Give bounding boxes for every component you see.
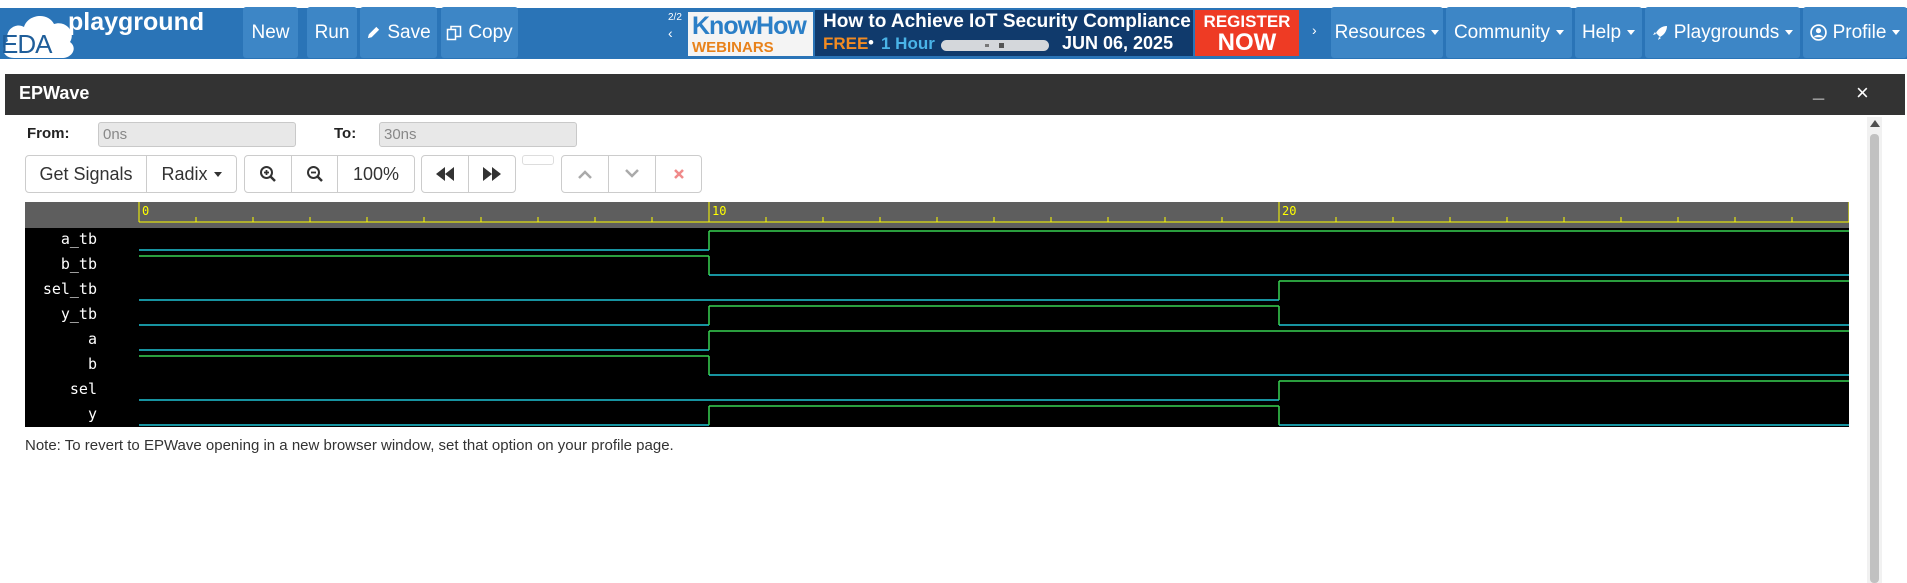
rewind-button[interactable] xyxy=(422,156,469,192)
playgrounds-menu[interactable]: Playgrounds xyxy=(1645,7,1800,58)
signals-toolbar-group: Get Signals Radix xyxy=(25,155,237,193)
community-label: Community xyxy=(1453,21,1551,43)
pencil-icon xyxy=(368,26,380,39)
from-input[interactable] xyxy=(98,122,296,147)
logo-playground-text: playground xyxy=(68,8,205,36)
profile-label: Profile xyxy=(1832,21,1887,43)
scroll-up-arrow-icon[interactable] xyxy=(1870,120,1880,127)
modal-title: EPWave xyxy=(19,83,90,103)
logo-eda-text: EDA xyxy=(1,29,52,59)
navigate-toolbar-group xyxy=(421,155,516,193)
get-signals-button[interactable]: Get Signals xyxy=(26,156,147,192)
eda-playground-logo[interactable]: EDA playground xyxy=(0,2,240,62)
fast-forward-button[interactable] xyxy=(469,156,515,192)
ad-pager: 2/2 xyxy=(668,12,682,23)
zoom-in-icon xyxy=(260,166,276,182)
background-page xyxy=(0,64,1907,74)
from-label: From: xyxy=(27,125,70,142)
ruler-label: 0 xyxy=(142,204,149,218)
fast-forward-icon xyxy=(483,167,501,181)
zoom-level: 100% xyxy=(352,163,400,184)
waveform-viewer[interactable]: a_tb b_tb sel_tb y_tb a b sel y 0 10 20 xyxy=(25,202,1849,427)
chevron-down-icon xyxy=(1556,30,1565,35)
ad-next-arrow[interactable]: › xyxy=(1312,22,1317,38)
ad-separator: • xyxy=(868,33,874,52)
signal-order-toolbar-group xyxy=(561,155,702,193)
to-input[interactable] xyxy=(379,122,577,147)
ruler-label: 20 xyxy=(1282,204,1296,218)
profile-menu[interactable]: Profile xyxy=(1803,7,1907,58)
user-circle-icon xyxy=(1809,24,1827,41)
resources-label: Resources xyxy=(1334,21,1426,43)
copy-icon xyxy=(447,25,462,40)
zoom-out-button[interactable] xyxy=(292,156,338,192)
ad-date: JUN 06, 2025 xyxy=(1062,33,1174,53)
copy-button[interactable]: Copy xyxy=(441,7,518,58)
chevron-down-icon xyxy=(213,171,222,177)
top-navbar: EDA playground New Run Save Copy 2/2 ‹ K… xyxy=(0,0,1907,64)
copy-label: Copy xyxy=(468,21,513,43)
ad-banner[interactable]: How to Achieve IoT Security Compliance F… xyxy=(815,10,1193,56)
ad-brand-name: KnowHow xyxy=(692,12,807,40)
move-up-button[interactable] xyxy=(562,156,609,192)
radix-dropdown[interactable]: Radix xyxy=(147,156,236,192)
ad-carousel-dot xyxy=(985,44,989,47)
community-menu[interactable]: Community xyxy=(1446,7,1572,58)
waveform-traces: 0 10 20 xyxy=(138,202,1849,426)
ad-free: FREE xyxy=(823,34,869,53)
scrollbar-thumb[interactable] xyxy=(1870,134,1879,583)
help-label: Help xyxy=(1581,21,1622,43)
zoom-toolbar-group: 100% xyxy=(244,155,415,193)
knowhow-ad-logo[interactable]: KnowHow WEBINARS xyxy=(688,12,813,56)
chevron-down-icon xyxy=(1431,30,1440,35)
close-icon xyxy=(673,169,684,179)
chevron-down-icon xyxy=(1892,30,1901,35)
chevron-down-icon xyxy=(625,169,639,178)
empty-toolbar-button[interactable] xyxy=(522,155,554,165)
move-down-button[interactable] xyxy=(609,156,656,192)
radix-label: Radix xyxy=(161,163,208,184)
ad-duration: 1 Hour xyxy=(881,34,935,53)
fast-backward-icon xyxy=(436,167,454,181)
save-button[interactable]: Save xyxy=(360,7,437,58)
ad-prev-arrow[interactable]: ‹ xyxy=(668,25,673,41)
ad-carousel-dot-active xyxy=(999,43,1004,48)
ad-title: How to Achieve IoT Security Compliance xyxy=(823,11,1191,32)
help-menu[interactable]: Help xyxy=(1575,7,1642,58)
run-label: Run xyxy=(314,21,350,43)
new-label: New xyxy=(251,21,290,43)
resources-menu[interactable]: Resources xyxy=(1331,7,1443,58)
rocket-icon xyxy=(1652,25,1667,40)
ruler-label: 10 xyxy=(712,204,726,218)
zoom-level-button[interactable]: 100% xyxy=(338,156,414,192)
zoom-in-button[interactable] xyxy=(245,156,292,192)
close-button[interactable]: × xyxy=(1856,80,1869,106)
ad-brand-sub: WEBINARS xyxy=(692,39,774,56)
remove-signal-button[interactable] xyxy=(656,156,701,192)
run-button[interactable]: Run xyxy=(307,7,357,58)
register-now-button[interactable]: REGISTER NOW xyxy=(1195,10,1299,56)
chevron-up-icon xyxy=(578,170,592,179)
epwave-note: Note: To revert to EPWave opening in a n… xyxy=(25,437,674,454)
playgrounds-label: Playgrounds xyxy=(1673,21,1780,43)
modal-scrollbar[interactable] xyxy=(1867,117,1882,583)
new-button[interactable]: New xyxy=(243,7,298,58)
ad-carousel-indicator xyxy=(941,40,1049,51)
ad-cta-line2: NOW xyxy=(1217,29,1277,56)
zoom-out-icon xyxy=(306,166,323,182)
modal-header: EPWave _ × xyxy=(5,74,1905,115)
chevron-down-icon xyxy=(1785,30,1794,35)
minimize-button[interactable]: _ xyxy=(1813,80,1824,103)
get-signals-label: Get Signals xyxy=(39,163,133,184)
chevron-down-icon xyxy=(1627,30,1636,35)
save-label: Save xyxy=(387,21,431,43)
to-label: To: xyxy=(334,125,357,142)
